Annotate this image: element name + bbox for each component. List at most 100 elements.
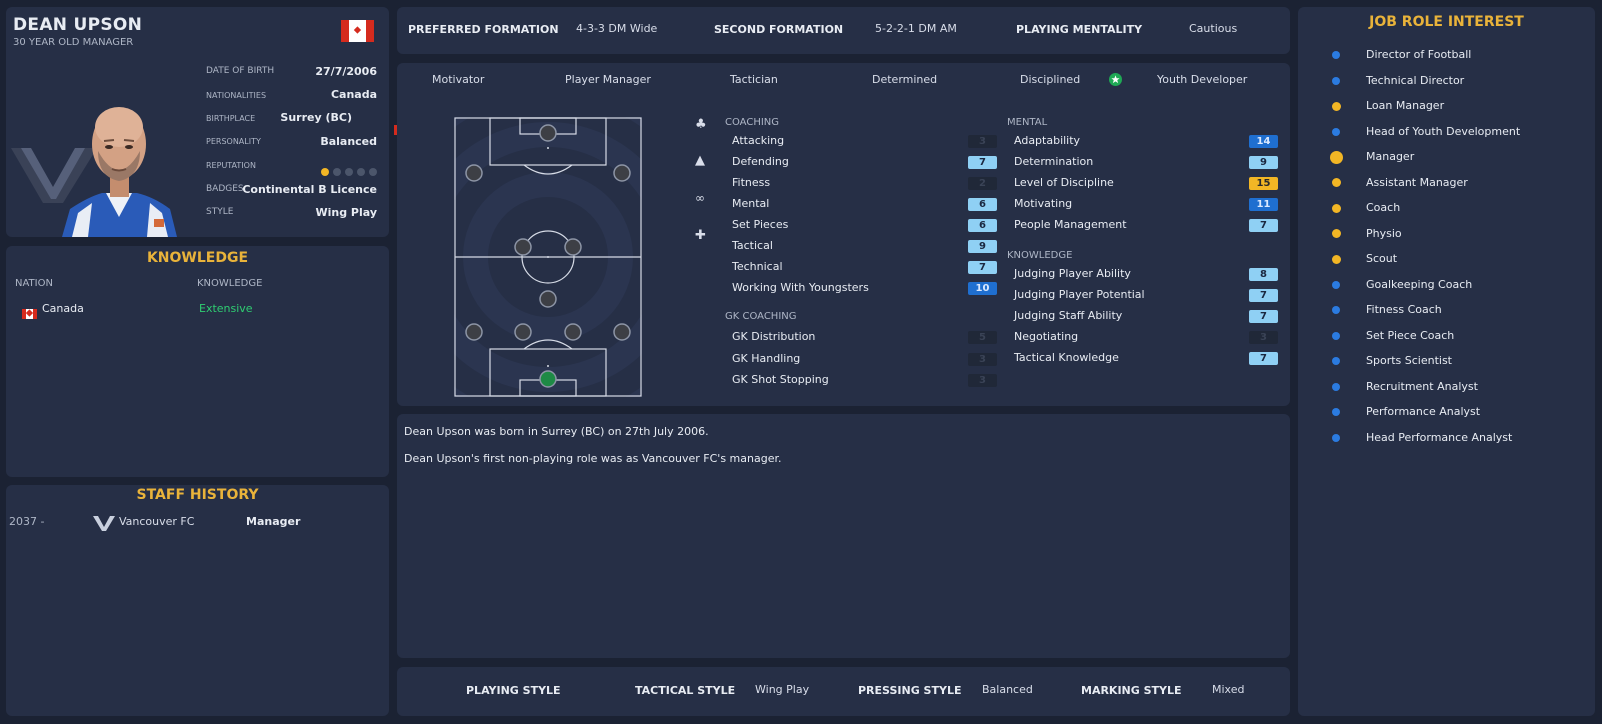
- trait-disciplined: Disciplined: [1020, 73, 1081, 86]
- second-formation-label: SECOND FORMATION: [714, 23, 844, 36]
- job-role-sports-scientist[interactable]: Sports Scientist: [1366, 354, 1452, 367]
- attr-judging-player-potential[interactable]: Judging Player Potential: [1014, 288, 1145, 301]
- attr-determination[interactable]: Determination: [1014, 155, 1093, 168]
- interest-dot-icon: [1332, 408, 1340, 416]
- attr-value-defending: 7: [968, 156, 997, 169]
- job-role-assistant-manager[interactable]: Assistant Manager: [1366, 176, 1468, 189]
- attr-judging-staff-ability[interactable]: Judging Staff Ability: [1014, 309, 1122, 322]
- job-role-goalkeeping-coach[interactable]: Goalkeeping Coach: [1366, 278, 1472, 291]
- interest-dot-icon: [1332, 254, 1341, 264]
- attr-value-fitness: 2: [968, 177, 997, 190]
- interest-dot-icon: [1332, 127, 1340, 136]
- attr-set-pieces[interactable]: Set Pieces: [732, 218, 788, 231]
- job-role-head-performance-analyst[interactable]: Head Performance Analyst: [1366, 431, 1512, 444]
- history-club[interactable]: Vancouver FC: [119, 515, 194, 528]
- attr-value-judging-player-ability: 8: [1249, 268, 1278, 281]
- attr-value-tactical-knowledge: 7: [1249, 352, 1278, 365]
- preferred-formation-value: 4-3-3 DM Wide: [576, 22, 658, 35]
- style-label: STYLE: [206, 207, 234, 217]
- attr-people-management[interactable]: People Management: [1014, 218, 1127, 231]
- interest-dot-icon: [1332, 76, 1340, 85]
- biography-line: Dean Upson was born in Surrey (BC) on 27…: [404, 425, 709, 438]
- attr-mental[interactable]: Mental: [732, 197, 769, 210]
- second-formation-value: 5-2-2-1 DM AM: [875, 22, 957, 35]
- knowledge-column-header[interactable]: KNOWLEDGE: [197, 278, 262, 289]
- job-role-fitness-coach[interactable]: Fitness Coach: [1366, 303, 1442, 316]
- job-role-director-of-football[interactable]: Director of Football: [1366, 48, 1471, 61]
- dob-value: 27/7/2006: [315, 65, 377, 78]
- tactical-style-label: TACTICAL STYLE: [635, 684, 736, 697]
- attr-attacking[interactable]: Attacking: [732, 134, 784, 147]
- attr-value-gk-shot-stopping: 3: [968, 374, 997, 387]
- interest-dot-icon: [1332, 433, 1340, 442]
- reputation-dot: [333, 168, 341, 176]
- training-cone-icon: ▲: [695, 153, 705, 168]
- attr-value-set-pieces: 6: [968, 219, 997, 232]
- profile-panel: DEAN UPSON 30 YEAR OLD MANAGER DATE OF B…: [6, 7, 410, 237]
- interest-dot-icon: [1332, 306, 1340, 314]
- attr-technical[interactable]: Technical: [732, 260, 783, 273]
- attr-gk-shot-stopping[interactable]: GK Shot Stopping: [732, 373, 829, 386]
- attr-negotiating[interactable]: Negotiating: [1014, 330, 1078, 343]
- job-role-interest-panel: JOB ROLE INTEREST Director of Football Te…: [1298, 7, 1595, 716]
- marking-style-value: Mixed: [1212, 683, 1245, 696]
- nationalities-label: NATIONALITIES: [206, 91, 267, 100]
- attr-level-of-discipline[interactable]: Level of Discipline: [1014, 176, 1114, 189]
- vancouver-fc-crest-icon: [93, 516, 115, 531]
- interest-dot-icon: [1332, 51, 1340, 59]
- attr-value-people-management: 7: [1249, 219, 1278, 232]
- staff-history-title: STAFF HISTORY: [136, 487, 259, 503]
- birthplace-value[interactable]: Surrey (BC): [280, 111, 352, 124]
- knowledge-level: Extensive: [199, 302, 253, 315]
- attr-defending[interactable]: Defending: [732, 155, 789, 168]
- coaching-icon: ♣: [695, 117, 707, 132]
- interest-dot-icon: [1332, 178, 1341, 187]
- attr-adaptability[interactable]: Adaptability: [1014, 134, 1080, 147]
- job-role-set-piece-coach[interactable]: Set Piece Coach: [1366, 329, 1454, 342]
- attr-tactical[interactable]: Tactical: [732, 239, 773, 252]
- formation-bar: PREFERRED FORMATION 4-3-3 DM Wide SECOND…: [397, 7, 1290, 54]
- pressing-style-label: PRESSING STYLE: [858, 684, 962, 697]
- job-role-loan-manager[interactable]: Loan Manager: [1366, 99, 1444, 112]
- badges-value[interactable]: Continental B Licence: [242, 183, 377, 196]
- binoculars-icon: ∞: [695, 191, 705, 205]
- nationality-value[interactable]: Canada: [331, 88, 377, 101]
- manager-name: DEAN UPSON: [13, 15, 143, 35]
- attr-value-gk-distribution: 5: [968, 331, 997, 344]
- attr-gk-handling[interactable]: GK Handling: [732, 352, 800, 365]
- attr-motivating[interactable]: Motivating: [1014, 197, 1072, 210]
- interest-dot-icon: [1332, 280, 1340, 289]
- birthplace-label: BIRTHPLACE: [206, 114, 256, 123]
- attr-working-with-youngsters[interactable]: Working With Youngsters: [732, 281, 869, 294]
- history-role: Manager: [246, 515, 301, 528]
- attr-fitness[interactable]: Fitness: [732, 176, 770, 189]
- attr-gk-distribution[interactable]: GK Distribution: [732, 330, 815, 343]
- trait-tactician: Tactician: [730, 73, 778, 86]
- job-role-recruitment-analyst[interactable]: Recruitment Analyst: [1366, 380, 1478, 393]
- job-role-scout[interactable]: Scout: [1366, 252, 1397, 265]
- canada-flag-icon: [341, 20, 374, 42]
- job-role-physio[interactable]: Physio: [1366, 227, 1402, 240]
- attr-value-gk-handling: 3: [968, 352, 997, 366]
- marking-style-label: MARKING STYLE: [1081, 684, 1182, 697]
- interest-dot-icon: [1332, 382, 1340, 391]
- job-role-technical-director[interactable]: Technical Director: [1366, 74, 1464, 87]
- attr-tactical-knowledge[interactable]: Tactical Knowledge: [1014, 351, 1119, 364]
- knowledge-nation[interactable]: Canada: [42, 302, 84, 315]
- interest-dot-icon: [1332, 101, 1341, 111]
- job-role-performance-analyst[interactable]: Performance Analyst: [1366, 405, 1480, 418]
- attr-value-judging-player-potential: 7: [1249, 289, 1278, 302]
- trait-motivator: Motivator: [432, 73, 485, 86]
- job-role-head-of-youth-development[interactable]: Head of Youth Development: [1366, 125, 1520, 138]
- job-role-title: JOB ROLE INTEREST: [1369, 14, 1524, 30]
- interest-dot-icon: [1332, 357, 1340, 365]
- job-role-coach[interactable]: Coach: [1366, 201, 1400, 214]
- attr-value-determination: 9: [1249, 156, 1278, 169]
- canada-flag-icon: [22, 309, 37, 319]
- attr-judging-player-ability[interactable]: Judging Player Ability: [1014, 267, 1131, 280]
- knowledge-panel: KNOWLEDGE NATION KNOWLEDGE Canada Extens…: [6, 246, 389, 477]
- attr-value-judging-staff-ability: 7: [1249, 310, 1278, 323]
- nation-column-header[interactable]: NATION: [15, 278, 53, 289]
- job-role-manager[interactable]: Manager: [1366, 150, 1414, 163]
- trait-player-manager: Player Manager: [565, 73, 651, 86]
